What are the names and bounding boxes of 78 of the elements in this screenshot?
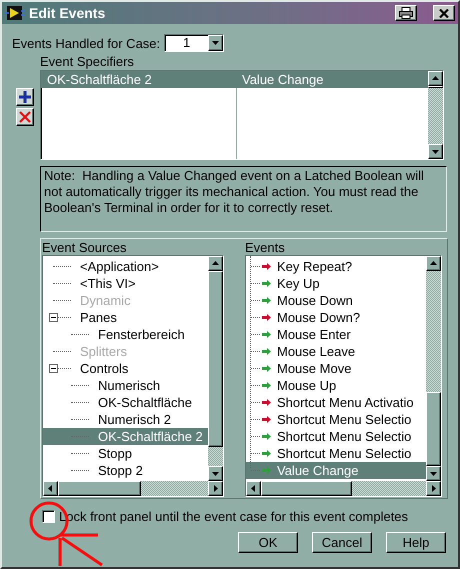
scroll-down-button[interactable] [426,466,441,481]
close-icon [439,8,449,18]
table-cell-text: Value Change [241,71,324,88]
scroll-down-button[interactable] [208,466,223,481]
scroll-thumb[interactable] [426,392,441,466]
scroll-left-button[interactable] [43,481,58,496]
tree-item[interactable]: Numerisch 2 [96,411,173,428]
caret-icon [432,75,439,82]
collapse-icon[interactable] [49,364,58,373]
ok-button[interactable]: OK [238,532,298,553]
section-label: Event Specifiers [40,54,134,69]
scroll-thumb[interactable] [428,86,443,88]
event-item[interactable]: Mouse Leave [277,343,356,360]
table-cell-text: OK-Schaltfläche 2 [46,71,153,88]
event-item[interactable]: Mouse Up [277,377,336,394]
selected-row[interactable]: OK-Schaltfläche 2 [43,428,208,445]
tree-item[interactable]: Stopp 2 [96,462,145,479]
checkbox[interactable] [42,510,55,523]
tree-item[interactable]: Controls [78,360,130,377]
event-item[interactable]: Key Repeat? [277,258,352,275]
event-item[interactable]: Key Up [277,275,320,292]
tree-item[interactable]: OK-Schaltfläche 2 [96,428,205,445]
delete-icon [19,111,31,123]
event-item[interactable]: Mouse Enter [277,326,351,343]
event-item[interactable]: Mouse Down? [277,309,360,326]
section-label: Event Sources [42,240,127,255]
scroll-thumb[interactable] [208,271,223,446]
case-label: Events Handled for Case: [12,36,160,50]
printer-icon [399,7,413,19]
selected-row[interactable]: OK-Schaltfläche 2 Value Change [41,71,428,88]
add-button[interactable] [16,88,34,106]
scroll-right-button[interactable] [208,481,223,496]
caret-icon [430,470,437,477]
scroll-thumb[interactable] [261,481,352,496]
event-item[interactable]: Mouse Move [277,360,352,377]
section-label: Events [245,240,285,255]
plus-icon [19,91,31,103]
delete-button[interactable] [16,108,34,126]
event-item[interactable]: Shortcut Menu Selectio [277,411,412,428]
case-dropdown[interactable]: 1 [164,34,224,52]
caret-icon [212,470,219,477]
tree-item[interactable]: OK-Schaltfläche [96,394,194,411]
scroll-up-button[interactable] [428,71,443,86]
caret-icon [212,260,219,267]
scroll-up-button[interactable] [426,256,441,271]
scroll-up-button[interactable] [208,256,223,271]
event-item[interactable]: Shortcut Menu Selectio [277,428,412,445]
print-button[interactable] [395,5,417,21]
cancel-button[interactable]: Cancel [312,532,372,553]
scroll-left-button[interactable] [246,481,261,496]
caret-icon [47,485,54,492]
scroll-right-button[interactable] [426,481,441,496]
tree-item[interactable]: Stopp [96,445,134,462]
caret-icon [212,41,220,45]
dropdown-arrow-button[interactable] [208,35,224,51]
tree-item[interactable]: Fensterbereich [96,326,187,343]
event-item[interactable]: Shortcut Menu Selectio [277,445,412,462]
collapse-icon[interactable] [49,313,58,322]
caret-icon [430,485,437,492]
event-item[interactable]: Mouse Down [277,292,353,309]
caret-icon [430,260,437,267]
note-text: Note: Handling a Value Changed event on a Latched Boolean will not automatically trigger its mechanical action. You must read the Boolean's Terminal in order for it to correctly reset. [40,166,447,232]
app-icon [5,5,25,21]
window-title: Edit Events [29,5,106,21]
tree-item[interactable]: Numerisch [96,377,162,394]
help-button[interactable]: Help [386,532,446,553]
tree-item[interactable]: Panes [78,309,119,326]
tree-item[interactable]: <This VI> [78,275,138,292]
event-item[interactable]: Value Change [277,462,358,479]
tree-item[interactable]: <Application> [78,258,161,275]
event-item[interactable]: Shortcut Menu Activatio [277,394,414,411]
scroll-thumb[interactable] [58,481,140,496]
close-button[interactable] [433,5,455,21]
caret-icon [432,148,439,155]
caret-icon [212,485,219,492]
scroll-down-button[interactable] [428,144,443,159]
caret-icon [250,485,257,492]
selected-row[interactable]: Value Change [246,462,426,479]
